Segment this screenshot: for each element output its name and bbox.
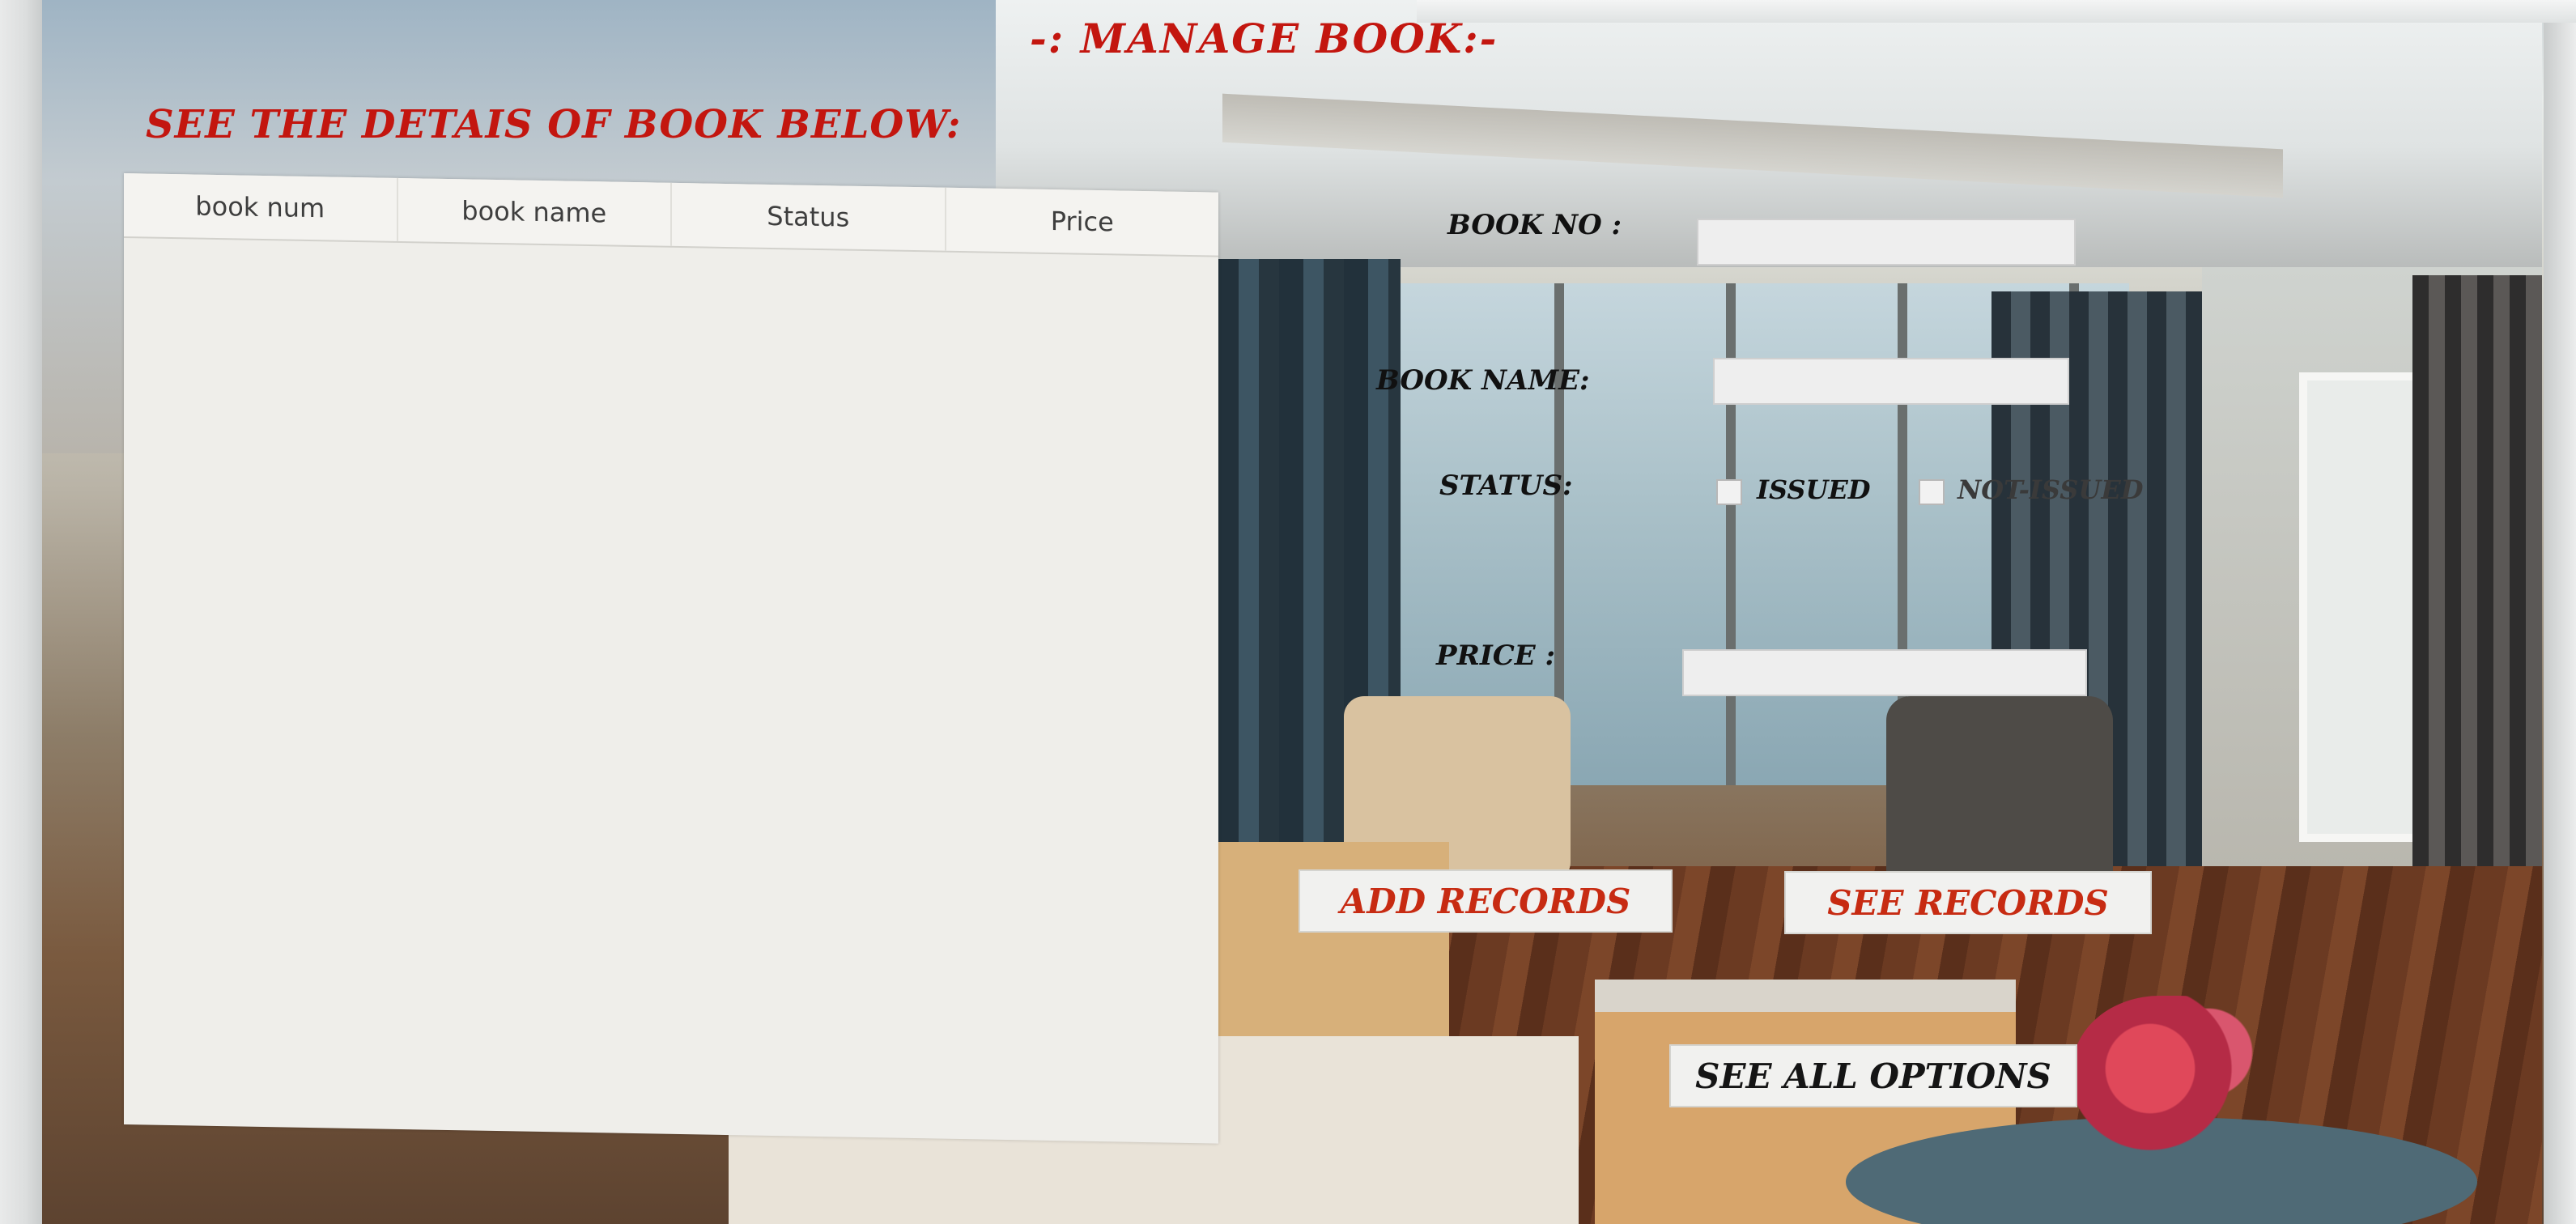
background-armchair (1886, 696, 2113, 882)
see-records-button[interactable]: SEE RECORDS (1784, 871, 2152, 934)
book-no-field[interactable] (1697, 219, 2076, 266)
column-header-status[interactable]: Status (672, 182, 946, 251)
price-label: PRICE : (1436, 640, 1556, 672)
background-door (2299, 372, 2421, 842)
issued-checkbox[interactable] (1716, 479, 1742, 505)
not-issued-checkbox[interactable] (1919, 479, 1945, 505)
not-issued-checkbox-label: NOT-ISSUED (1958, 474, 2144, 505)
issued-checkbox-label: ISSUED (1757, 474, 1871, 505)
table-caption: SEE THE DETAIS OF BOOK BELOW: (146, 102, 962, 147)
window-top-edge (1417, 0, 2576, 23)
book-table[interactable]: book num book name Status Price (124, 173, 1218, 1144)
add-records-button[interactable]: ADD RECORDS (1299, 869, 1673, 933)
window-left-edge (0, 0, 42, 1224)
status-label: STATUS: (1439, 470, 1573, 502)
table-body[interactable] (124, 238, 1218, 1144)
book-name-label: BOOK NAME: (1376, 364, 1590, 397)
column-header-book-name[interactable]: book name (397, 177, 672, 246)
column-header-price[interactable]: Price (946, 188, 1219, 256)
price-field[interactable] (1682, 649, 2087, 696)
window-right-edge (2544, 0, 2576, 1224)
background-flowers (2072, 996, 2267, 1158)
see-all-options-button[interactable]: SEE ALL OPTIONS (1669, 1044, 2077, 1107)
book-no-label: BOOK NO : (1447, 209, 1622, 241)
app-window: -: MANAGE BOOK:- SEE THE DETAIS OF BOOK … (0, 0, 2576, 1224)
column-header-book-num[interactable]: book num (124, 173, 398, 241)
book-name-field[interactable] (1713, 358, 2069, 405)
page-title: -: MANAGE BOOK:- (1030, 15, 1498, 62)
